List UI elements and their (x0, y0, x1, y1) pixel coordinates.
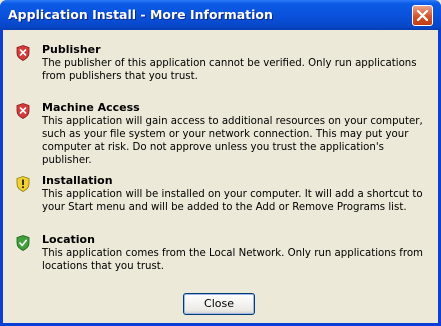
section-heading: Publisher (42, 43, 101, 56)
shield-warning-icon (16, 176, 30, 192)
section-heading: Installation (42, 174, 113, 187)
section-heading: Location (42, 233, 95, 246)
section-description: The publisher of this application cannot… (42, 58, 417, 82)
shield-error-icon (16, 103, 30, 119)
shield-error-icon (16, 45, 30, 61)
window-close-button[interactable] (412, 5, 433, 26)
section-description: This application will be installed on yo… (42, 189, 423, 213)
section-description: This application will gain access to add… (42, 116, 423, 166)
close-icon (417, 10, 428, 21)
close-button[interactable]: Close (183, 293, 255, 315)
title-bar[interactable]: Application Install - More Information (0, 0, 441, 30)
shield-ok-icon (16, 235, 30, 251)
section-description: This application comes from the Local Ne… (42, 248, 423, 272)
section-heading: Machine Access (42, 101, 140, 114)
window-title: Application Install - More Information (8, 7, 273, 22)
